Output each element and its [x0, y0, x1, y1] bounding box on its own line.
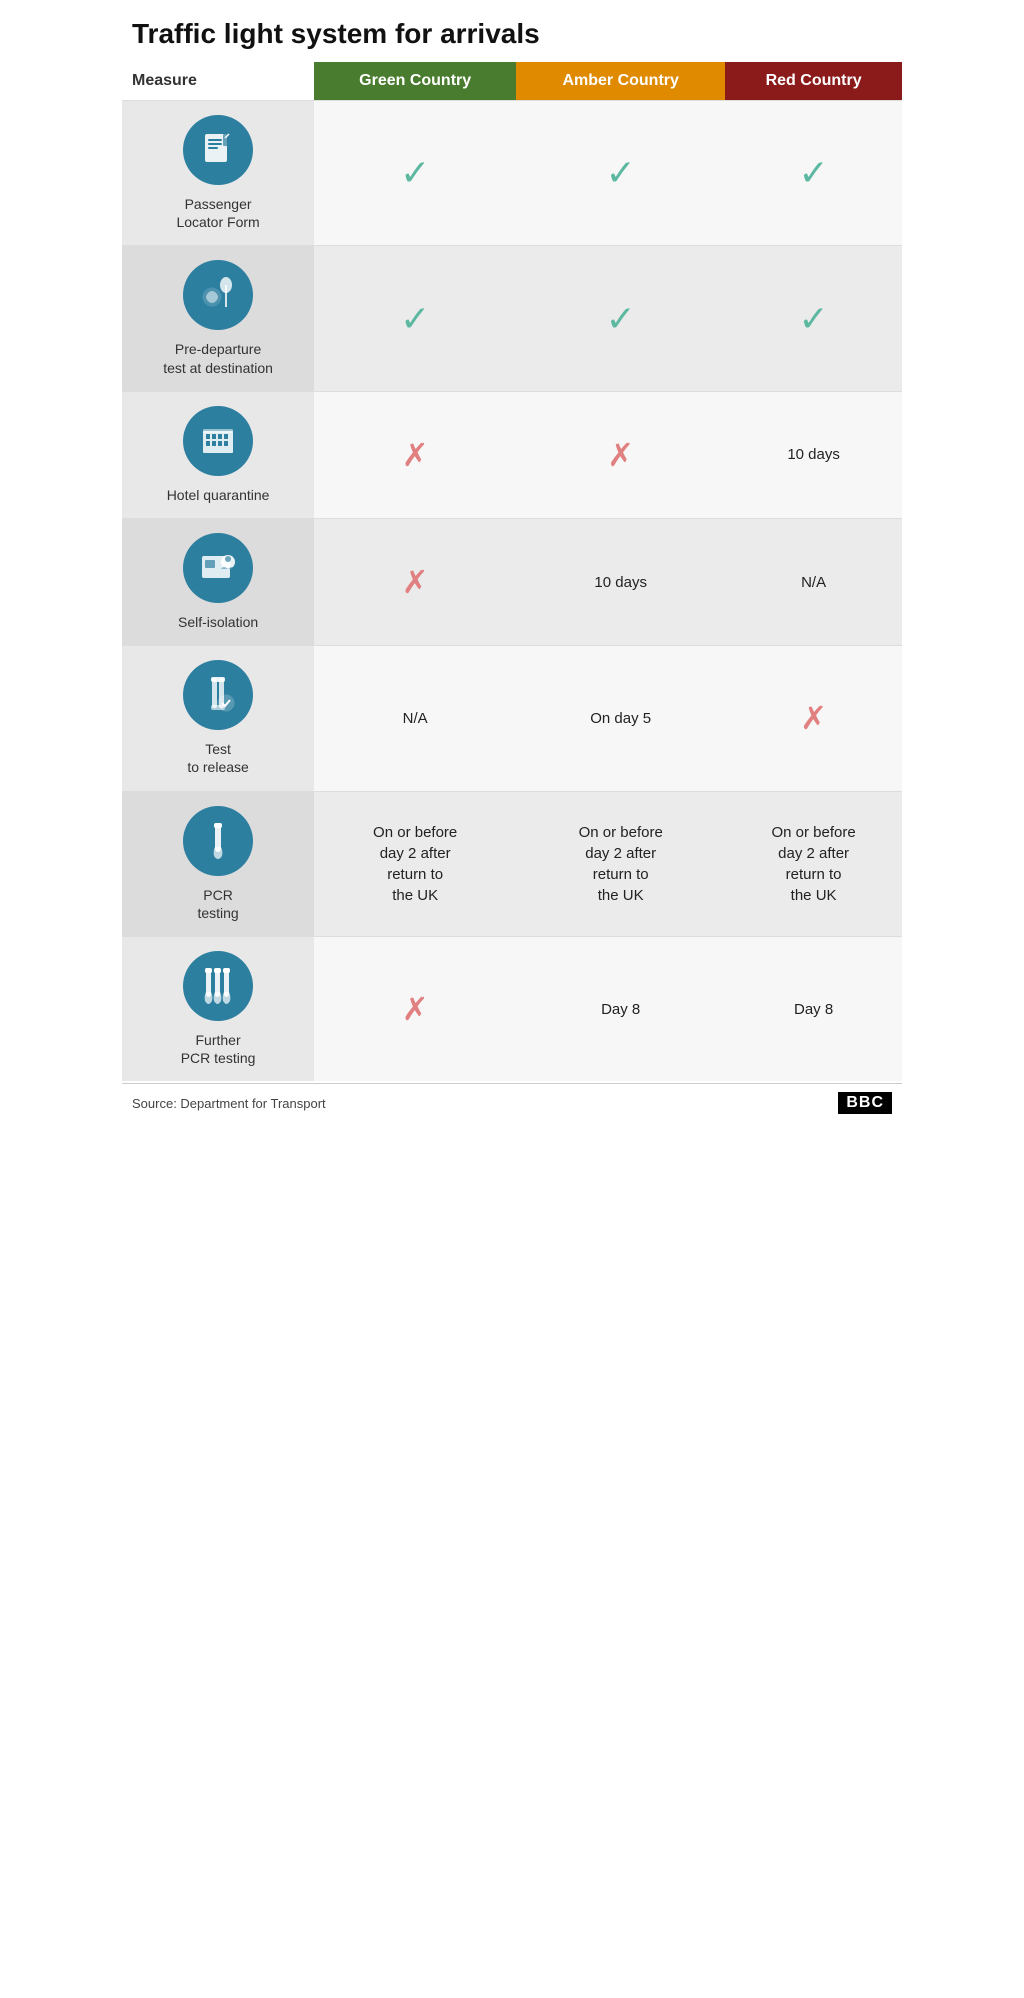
- check-icon: ✓: [400, 152, 430, 193]
- table-row: Pre-departuretest at destination ✓ ✓ ✓: [122, 246, 902, 391]
- red-cell-passenger-locator: ✓: [725, 101, 902, 246]
- measure-icon-pre-departure: Pre-departuretest at destination: [128, 260, 308, 376]
- icon-circle-further-pcr: [183, 951, 253, 1021]
- amber-header: Amber Country: [516, 62, 725, 101]
- amber-cell-pcr-testing: On or beforeday 2 afterreturn tothe UK: [516, 791, 725, 936]
- green-cell-hotel-quarantine: ✗: [314, 391, 516, 518]
- icon-circle-pre-departure: [183, 260, 253, 330]
- check-icon: ✓: [799, 298, 829, 339]
- measure-cell-test-to-release: Testto release: [122, 646, 314, 791]
- comparison-table: Measure Green Country Amber Country Red …: [122, 62, 902, 1081]
- bbc-logo: BBC: [838, 1092, 892, 1114]
- cross-icon: ✗: [800, 700, 827, 736]
- table-row: Testto release N/A On day 5 ✗: [122, 646, 902, 791]
- amber-cell-hotel-quarantine: ✗: [516, 391, 725, 518]
- table-row: PassengerLocator Form ✓ ✓ ✓: [122, 101, 902, 246]
- measure-cell-hotel-quarantine: Hotel quarantine: [122, 391, 314, 518]
- cell-value: 10 days: [594, 574, 647, 591]
- icon-circle-pcr-testing: [183, 806, 253, 876]
- cross-icon: ✗: [607, 437, 634, 473]
- cell-value: On or beforeday 2 afterreturn tothe UK: [373, 824, 457, 904]
- cell-value: Day 8: [794, 1001, 833, 1018]
- table-wrapper: Measure Green Country Amber Country Red …: [122, 62, 902, 1081]
- table-row: Hotel quarantine ✗ ✗ 10 days: [122, 391, 902, 518]
- red-header: Red Country: [725, 62, 902, 101]
- measure-label-pre-departure: Pre-departuretest at destination: [163, 340, 273, 376]
- green-cell-further-pcr: ✗: [314, 936, 516, 1081]
- green-cell-self-isolation: ✗: [314, 518, 516, 645]
- cell-value: On or beforeday 2 afterreturn tothe UK: [771, 824, 855, 904]
- red-cell-test-to-release: ✗: [725, 646, 902, 791]
- footer: Source: Department for Transport BBC: [122, 1083, 902, 1122]
- green-cell-passenger-locator: ✓: [314, 101, 516, 246]
- red-cell-further-pcr: Day 8: [725, 936, 902, 1081]
- green-header: Green Country: [314, 62, 516, 101]
- green-cell-pre-departure: ✓: [314, 246, 516, 391]
- red-cell-pcr-testing: On or beforeday 2 afterreturn tothe UK: [725, 791, 902, 936]
- check-icon: ✓: [799, 152, 829, 193]
- cell-value: N/A: [801, 574, 826, 591]
- table-row: PCRtesting On or beforeday 2 afterreturn…: [122, 791, 902, 936]
- measure-label-self-isolation: Self-isolation: [178, 613, 258, 631]
- cell-value: On or beforeday 2 afterreturn tothe UK: [579, 824, 663, 904]
- red-cell-pre-departure: ✓: [725, 246, 902, 391]
- cell-value: 10 days: [787, 446, 840, 463]
- measure-label-passenger-locator: PassengerLocator Form: [176, 195, 259, 231]
- measure-cell-further-pcr: FurtherPCR testing: [122, 936, 314, 1081]
- icon-circle-hotel-quarantine: [183, 406, 253, 476]
- check-icon: ✓: [400, 298, 430, 339]
- table-row: FurtherPCR testing ✗ Day 8 Day 8: [122, 936, 902, 1081]
- amber-cell-self-isolation: 10 days: [516, 518, 725, 645]
- measure-cell-pre-departure: Pre-departuretest at destination: [122, 246, 314, 391]
- green-cell-pcr-testing: On or beforeday 2 afterreturn tothe UK: [314, 791, 516, 936]
- main-container: Traffic light system for arrivals Measur…: [122, 0, 902, 1122]
- measure-icon-further-pcr: FurtherPCR testing: [128, 951, 308, 1067]
- cell-value: N/A: [403, 710, 428, 727]
- amber-cell-test-to-release: On day 5: [516, 646, 725, 791]
- measure-label-further-pcr: FurtherPCR testing: [181, 1031, 256, 1067]
- red-cell-self-isolation: N/A: [725, 518, 902, 645]
- check-icon: ✓: [606, 298, 636, 339]
- measure-icon-passenger-locator: PassengerLocator Form: [128, 115, 308, 231]
- green-cell-test-to-release: N/A: [314, 646, 516, 791]
- table-row: Self-isolation ✗ 10 days N/A: [122, 518, 902, 645]
- amber-cell-pre-departure: ✓: [516, 246, 725, 391]
- measure-icon-hotel-quarantine: Hotel quarantine: [128, 406, 308, 504]
- cross-icon: ✗: [402, 437, 429, 473]
- cell-value: Day 8: [601, 1001, 640, 1018]
- measure-cell-self-isolation: Self-isolation: [122, 518, 314, 645]
- measure-cell-pcr-testing: PCRtesting: [122, 791, 314, 936]
- cell-value: On day 5: [590, 710, 651, 727]
- measure-header: Measure: [122, 62, 314, 101]
- page-title: Traffic light system for arrivals: [122, 0, 902, 62]
- measure-label-hotel-quarantine: Hotel quarantine: [167, 486, 270, 504]
- measure-cell-passenger-locator: PassengerLocator Form: [122, 101, 314, 246]
- amber-cell-passenger-locator: ✓: [516, 101, 725, 246]
- measure-label-test-to-release: Testto release: [187, 740, 248, 776]
- cross-icon: ✗: [402, 991, 429, 1027]
- check-icon: ✓: [606, 152, 636, 193]
- icon-circle-passenger-locator: [183, 115, 253, 185]
- icon-circle-self-isolation: [183, 533, 253, 603]
- cross-icon: ✗: [402, 564, 429, 600]
- amber-cell-further-pcr: Day 8: [516, 936, 725, 1081]
- icon-circle-test-to-release: [183, 660, 253, 730]
- measure-icon-pcr-testing: PCRtesting: [128, 806, 308, 922]
- measure-icon-test-to-release: Testto release: [128, 660, 308, 776]
- measure-label-pcr-testing: PCRtesting: [197, 886, 238, 922]
- red-cell-hotel-quarantine: 10 days: [725, 391, 902, 518]
- source-text: Source: Department for Transport: [132, 1096, 326, 1111]
- measure-icon-self-isolation: Self-isolation: [128, 533, 308, 631]
